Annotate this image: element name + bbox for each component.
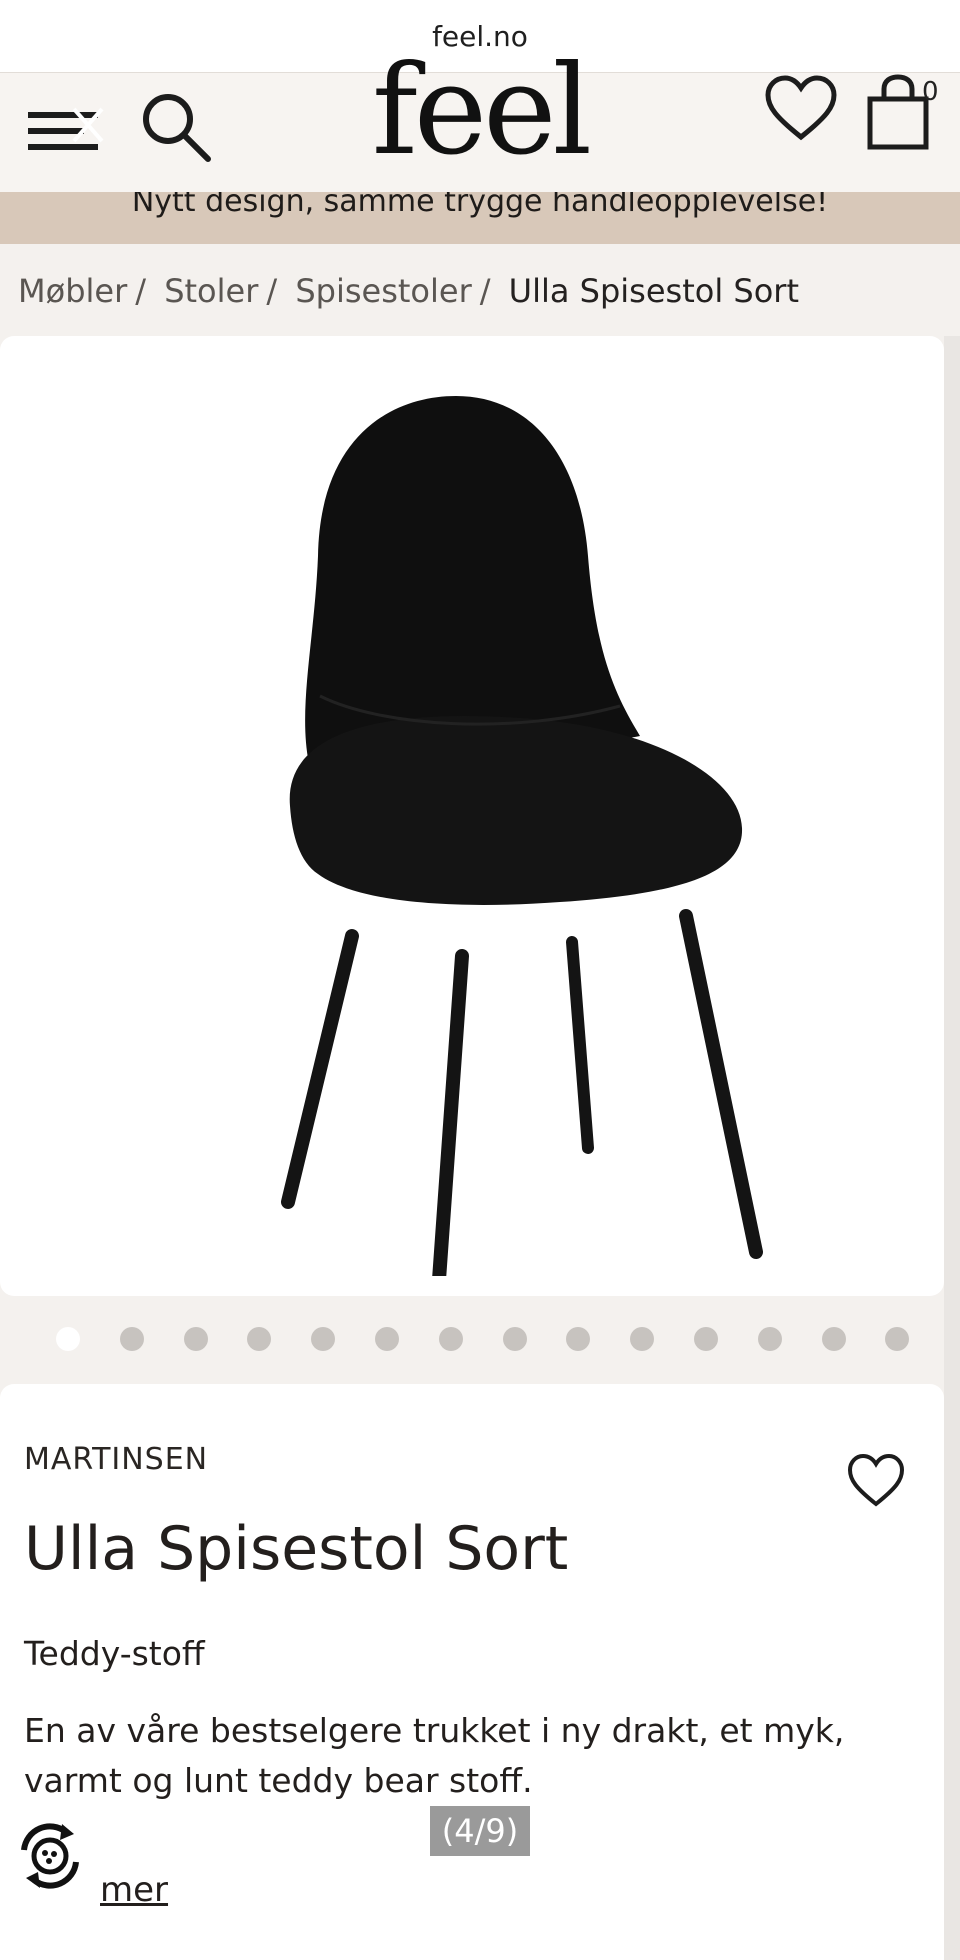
product-description: En av våre bestselgere trukket i ny drak… bbox=[24, 1711, 845, 1800]
breadcrumb-separator: / bbox=[266, 272, 278, 310]
gallery-dot[interactable] bbox=[566, 1327, 591, 1351]
product-subtitle: Teddy-stoff bbox=[24, 1634, 205, 1673]
product-brand[interactable]: MARTINSEN bbox=[24, 1442, 208, 1477]
site-logo[interactable]: feel bbox=[300, 49, 660, 173]
product-image-chair[interactable] bbox=[260, 396, 780, 1276]
page-scrollbar[interactable] bbox=[944, 336, 960, 1960]
favorite-heart-icon[interactable] bbox=[846, 1452, 906, 1512]
gallery-dot[interactable] bbox=[885, 1327, 910, 1351]
breadcrumb-item[interactable]: Møbler bbox=[18, 272, 127, 310]
gallery-dot[interactable] bbox=[311, 1327, 336, 1351]
search-icon[interactable] bbox=[136, 87, 216, 167]
wishlist-heart-icon[interactable] bbox=[764, 73, 838, 147]
gallery-dot[interactable] bbox=[247, 1327, 272, 1351]
breadcrumb-current: Ulla Spisestol Sort bbox=[508, 272, 799, 310]
breadcrumb-separator: / bbox=[135, 272, 147, 310]
gallery-dot[interactable] bbox=[694, 1327, 718, 1351]
image-counter: (4/9) bbox=[430, 1806, 530, 1856]
product-title: Ulla Spisestol Sort bbox=[24, 1514, 569, 1584]
gallery-dot[interactable] bbox=[438, 1327, 463, 1351]
announcement-banner: Nytt design, samme trygge handleopplevel… bbox=[0, 192, 960, 244]
gallery-dot[interactable] bbox=[821, 1327, 846, 1351]
cart-count-badge: 0 bbox=[922, 77, 939, 107]
gallery-dot[interactable] bbox=[757, 1327, 782, 1351]
read-more-link[interactable]: mer bbox=[100, 1870, 168, 1910]
gallery-dot[interactable] bbox=[630, 1327, 655, 1351]
gallery-dot[interactable] bbox=[56, 1327, 80, 1351]
gallery-dot[interactable] bbox=[183, 1327, 208, 1351]
breadcrumb-item[interactable]: Spisestoler bbox=[295, 272, 471, 310]
menu-close-icon[interactable] bbox=[24, 91, 108, 171]
gallery-dot[interactable] bbox=[502, 1327, 527, 1351]
recycle-icon[interactable] bbox=[14, 1820, 86, 1892]
gallery-pagination bbox=[0, 1296, 944, 1382]
gallery-dot[interactable] bbox=[375, 1327, 399, 1351]
product-image-gallery[interactable] bbox=[0, 336, 944, 1296]
banner-text: Nytt design, samme trygge handleopplevel… bbox=[131, 192, 829, 219]
breadcrumb: Møbler / Stoler / Spisestoler / Ulla Spises… bbox=[18, 272, 799, 310]
breadcrumb-item[interactable]: Stoler bbox=[164, 272, 258, 310]
site-header: feel 0 bbox=[0, 49, 960, 193]
gallery-dot[interactable] bbox=[119, 1327, 144, 1351]
breadcrumb-separator: / bbox=[479, 272, 491, 310]
